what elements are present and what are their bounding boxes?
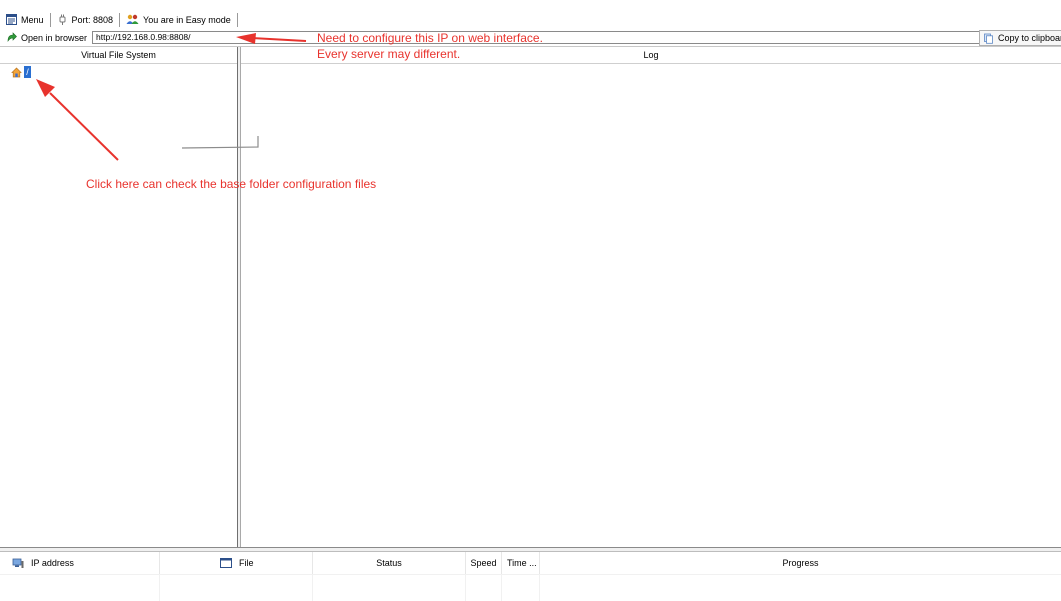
list-cell: [466, 575, 502, 601]
toolbar-separator: [236, 12, 238, 27]
column-file[interactable]: File: [160, 552, 313, 574]
open-in-browser-label: Open in browser: [21, 32, 88, 43]
log-title: Log: [643, 50, 659, 60]
copy-to-clipboard-button[interactable]: Copy to clipboar: [979, 30, 1061, 46]
column-progress[interactable]: Progress: [540, 552, 1061, 574]
virtual-file-system-tree[interactable]: [0, 64, 237, 547]
open-browser-icon: [7, 32, 17, 42]
network-icon: [12, 558, 24, 568]
list-cell: [313, 575, 466, 601]
open-in-browser-button[interactable]: Open in browser: [6, 31, 87, 44]
vfs-title: Virtual File System: [81, 50, 156, 60]
mode-button[interactable]: You are in Easy mode: [122, 10, 235, 29]
column-file-label: File: [239, 558, 254, 568]
copy-label: Copy to clipboar: [998, 33, 1061, 43]
menu-label: Menu: [21, 14, 44, 25]
connections-header: IP address File Status Speed Time ... Pr…: [0, 552, 1061, 574]
clipboard-icon: [984, 33, 993, 44]
toolbar-group: Menu Port: 8808 You are in Easy mode: [2, 10, 240, 29]
vfs-header: Virtual File System: [0, 47, 238, 64]
menu-button[interactable]: Menu: [2, 10, 48, 29]
list-cell: [502, 575, 540, 601]
ip-annotation-line1: Need to configure this IP on web interfa…: [317, 31, 543, 45]
column-time[interactable]: Time ...: [502, 552, 540, 574]
folder-annotation: Click here can check the base folder con…: [86, 177, 377, 191]
home-icon: [11, 67, 22, 77]
toolbar-separator: [49, 12, 51, 27]
users-icon: [126, 14, 139, 24]
ip-annotation-line2: Every server may different.: [317, 47, 461, 61]
toolbar: Menu Port: 8808 You are in Easy mode: [0, 0, 1061, 30]
file-icon: [220, 558, 232, 568]
column-time-label: Time ...: [507, 558, 537, 568]
log-pane: [241, 64, 1061, 547]
plug-icon: [59, 14, 66, 25]
column-ip-address[interactable]: IP address: [0, 552, 160, 574]
vfs-root-label[interactable]: /: [24, 66, 31, 78]
port-button[interactable]: Port: 8808: [53, 10, 118, 29]
column-status[interactable]: Status: [313, 552, 466, 574]
list-cell: [160, 575, 313, 601]
column-status-label: Status: [376, 558, 402, 568]
port-label: Port: 8808: [71, 14, 114, 25]
menu-icon: [6, 14, 17, 25]
connections-list[interactable]: [0, 574, 1061, 601]
toolbar-separator: [119, 12, 121, 27]
column-progress-label: Progress: [782, 558, 819, 568]
mode-label: You are in Easy mode: [143, 14, 231, 25]
column-ip-address-label: IP address: [31, 558, 74, 568]
vfs-root-item[interactable]: /: [11, 66, 31, 78]
list-cell: [0, 575, 160, 601]
column-speed-label: Speed: [470, 558, 497, 568]
column-speed[interactable]: Speed: [466, 552, 502, 574]
